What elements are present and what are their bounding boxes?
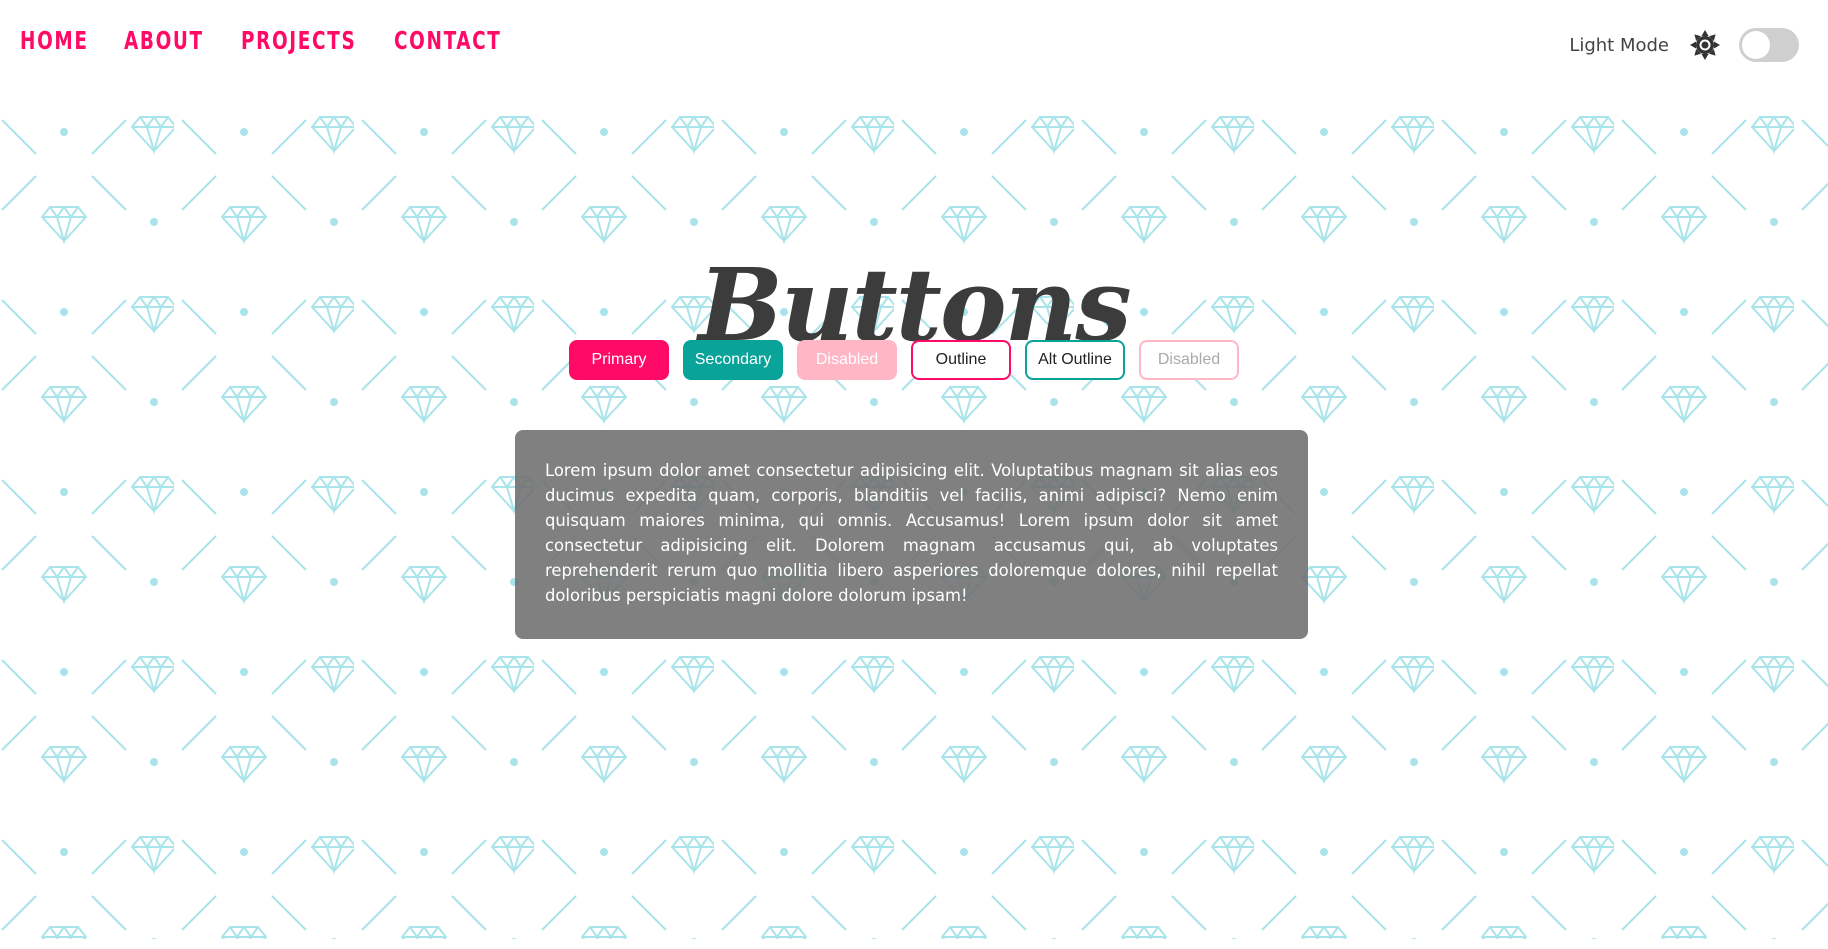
theme-switcher: Light Mode	[1569, 28, 1799, 62]
nav-contact-link[interactable]: CONTACT	[394, 26, 502, 55]
main-nav: HOME ABOUT PROJECTS CONTACT	[20, 26, 525, 55]
toggle-knob	[1742, 31, 1770, 59]
nav-projects-link[interactable]: PROJECTS	[241, 26, 356, 55]
button-showcase: Primary Secondary Disabled Outline Alt O…	[569, 340, 1239, 380]
dark-mode-toggle[interactable]	[1739, 28, 1799, 62]
primary-button[interactable]: Primary	[569, 340, 669, 380]
alt-outline-button[interactable]: Alt Outline	[1025, 340, 1125, 380]
content-card: Lorem ipsum dolor amet consectetur adipi…	[515, 430, 1308, 639]
secondary-button[interactable]: Secondary	[683, 340, 783, 380]
card-text: Lorem ipsum dolor amet consectetur adipi…	[545, 461, 1278, 605]
theme-mode-label: Light Mode	[1569, 34, 1669, 56]
disabled-button: Disabled	[797, 340, 897, 380]
nav-home-link[interactable]: HOME	[20, 26, 89, 55]
disabled-outline-button: Disabled	[1139, 340, 1239, 380]
nav-about-link[interactable]: ABOUT	[124, 26, 204, 55]
sun-icon	[1690, 30, 1720, 60]
outline-button[interactable]: Outline	[911, 340, 1011, 380]
